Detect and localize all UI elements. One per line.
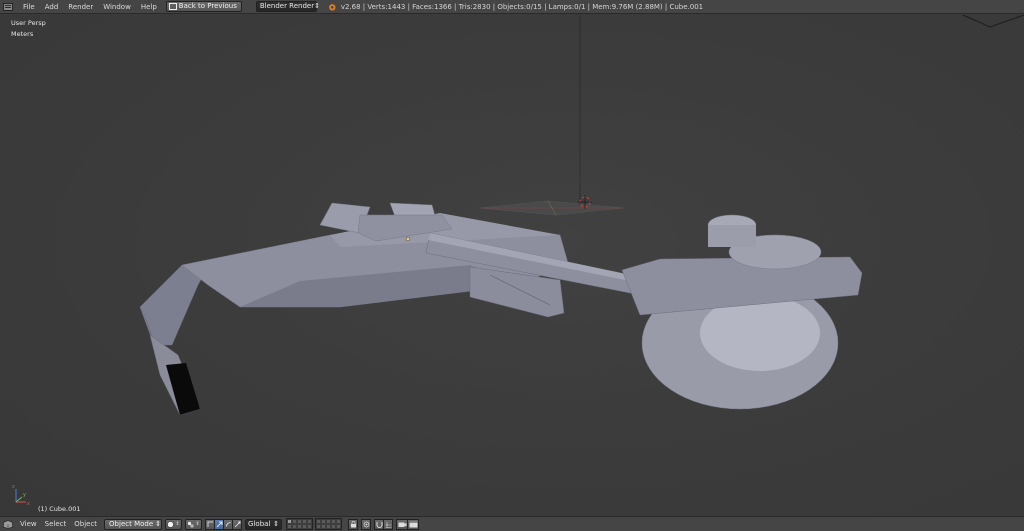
object-origin xyxy=(405,236,411,242)
menu-file[interactable]: File xyxy=(18,0,40,14)
orientation-label: Global xyxy=(248,519,271,528)
gizmo-y-label: y xyxy=(23,492,26,498)
solid-shading-icon xyxy=(167,520,175,528)
scale-button[interactable] xyxy=(232,518,243,530)
magnet-icon xyxy=(376,521,383,528)
3d-view-icon xyxy=(2,519,13,529)
mode-dropdown[interactable]: Object Mode ⇕ xyxy=(104,518,163,530)
viewport-shading-dropdown[interactable]: ⇕ xyxy=(165,518,183,530)
layer-block-1[interactable] xyxy=(286,518,314,530)
dropdown-arrows-icon: ⇕ xyxy=(314,2,320,10)
snap-element-button[interactable] xyxy=(383,518,394,530)
render-animation-button[interactable] xyxy=(407,518,420,530)
proportional-group xyxy=(361,518,372,530)
menu-add[interactable]: Add xyxy=(40,0,64,14)
dome-base xyxy=(708,225,756,247)
clapper-icon xyxy=(409,521,418,527)
menu-view[interactable]: View xyxy=(16,517,41,531)
menu-render[interactable]: Render xyxy=(63,0,98,14)
render-group xyxy=(396,518,420,530)
rotate-arc-icon xyxy=(225,521,231,527)
layer-button[interactable] xyxy=(307,524,313,529)
proportional-icon xyxy=(363,521,369,527)
back-to-previous-button[interactable]: Back to Previous xyxy=(165,1,242,12)
translate-arrow-icon xyxy=(216,521,222,527)
scene-canvas: x y z xyxy=(12,15,1024,507)
layer-buttons xyxy=(286,518,343,530)
screen-icon xyxy=(168,3,177,10)
snap-increment-icon xyxy=(385,521,392,528)
lock-icon xyxy=(350,520,356,527)
editor-type-button[interactable] xyxy=(1,1,14,13)
gizmo-y-axis xyxy=(15,496,23,503)
snap-group xyxy=(374,518,394,530)
menu-select[interactable]: Select xyxy=(41,517,71,531)
dropdown-arrows-icon: ⇕ xyxy=(273,519,280,528)
dropdown-arrows-icon: ⇕ xyxy=(155,519,162,528)
info-header: File Add Render Window Help Back to Prev… xyxy=(0,0,1024,14)
dropdown-arrows-icon: ⇕ xyxy=(195,521,200,527)
transform-orientation-dropdown[interactable]: Global ⇕ xyxy=(245,518,283,530)
blender-logo-icon xyxy=(328,3,336,10)
editor-type-3d-button[interactable] xyxy=(1,518,14,530)
camera-object xyxy=(962,15,1024,28)
dropdown-arrows-icon: ⇕ xyxy=(175,521,180,527)
lock-camera-button[interactable] xyxy=(348,518,359,530)
render-engine-dropdown[interactable]: Blender Render ⇕ xyxy=(255,1,320,12)
back-to-previous-label: Back to Previous xyxy=(178,2,237,10)
manipulator-icon xyxy=(207,521,213,527)
proportional-editing-button[interactable] xyxy=(361,518,372,530)
3d-view-header: View Select Object Object Mode ⇕ ⇕ ⇕ Glo… xyxy=(0,516,1024,531)
gizmo-x-label: x xyxy=(27,501,30,507)
pivot-point-dropdown[interactable]: ⇕ xyxy=(185,518,203,530)
layer-button[interactable] xyxy=(336,524,342,529)
info-icon xyxy=(2,2,13,11)
scale-icon xyxy=(234,521,241,527)
camera-icon xyxy=(398,522,407,527)
render-engine-label: Blender Render xyxy=(259,2,315,10)
3d-viewport[interactable]: User Persp Meters (1) Cube.001 x y z xyxy=(0,15,1024,516)
manipulator-group xyxy=(205,518,243,530)
layer-block-2[interactable] xyxy=(315,518,343,530)
lock-group xyxy=(348,518,359,530)
mode-label: Object Mode xyxy=(109,519,154,528)
pivot-icon xyxy=(188,521,195,528)
menu-window[interactable]: Window xyxy=(98,0,136,14)
gizmo-z-label: z xyxy=(12,484,15,490)
menu-object[interactable]: Object xyxy=(70,517,101,531)
menu-help[interactable]: Help xyxy=(136,0,162,14)
scene-stats: v2.68 | Verts:1443 | Faces:1366 | Tris:2… xyxy=(340,2,704,11)
axis-gizmo: x y z xyxy=(12,484,30,507)
starship-model[interactable] xyxy=(139,202,863,416)
